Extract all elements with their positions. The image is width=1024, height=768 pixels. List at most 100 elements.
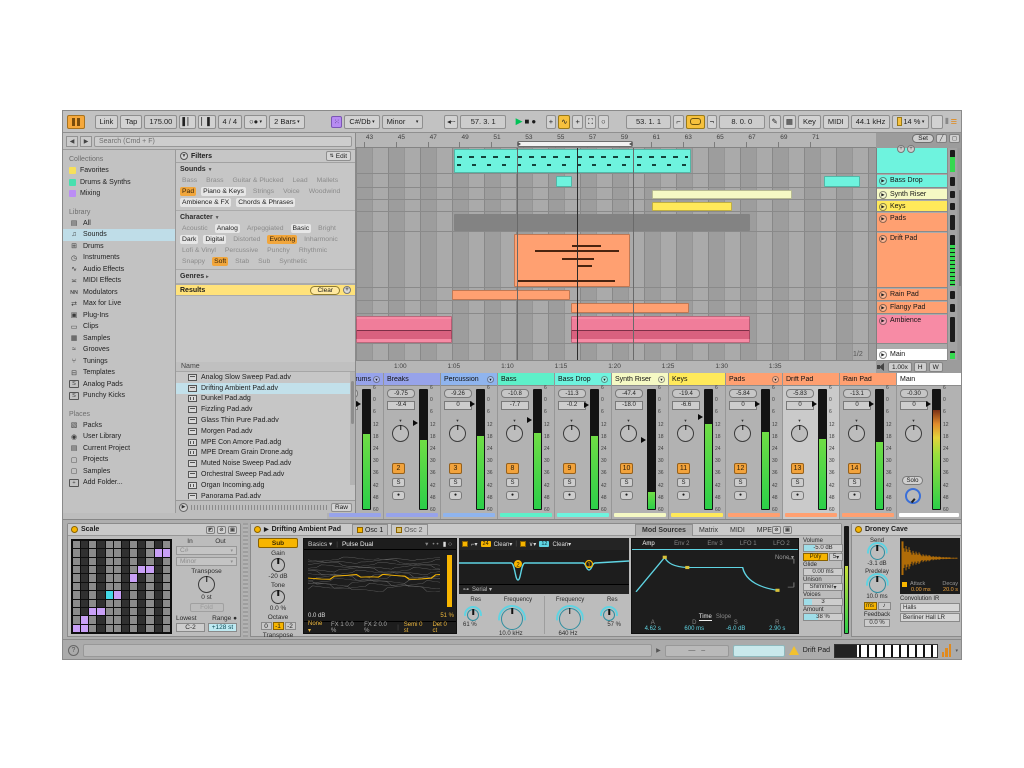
- filter1-freq-knob[interactable]: [501, 608, 523, 630]
- fader-handle[interactable]: [413, 420, 418, 426]
- filter-chip[interactable]: Lofi & Vinyl: [180, 246, 218, 255]
- scale-grid-cell[interactable]: [97, 541, 104, 548]
- scale-grid-cell[interactable]: [130, 616, 137, 623]
- scale-grid-cell[interactable]: [122, 608, 129, 615]
- scale-grid-cell[interactable]: [97, 549, 104, 556]
- scale-grid-cell[interactable]: [73, 625, 80, 632]
- punch-in-button[interactable]: ⌐: [673, 115, 683, 129]
- mod-source-tab[interactable]: LFO 1: [732, 541, 765, 547]
- pan-knob[interactable]: [563, 425, 580, 442]
- track-fold-icon[interactable]: ▶: [879, 235, 887, 243]
- filter-chip[interactable]: Acoustic: [180, 224, 210, 233]
- mixer-channel[interactable]: Breaks-9.75-9.460612182430364248602S●: [384, 373, 441, 519]
- track-header[interactable]: ▶Main: [877, 349, 947, 361]
- scale-grid-cell[interactable]: [97, 574, 104, 581]
- scale-grid-cell[interactable]: [122, 541, 129, 548]
- filter-chip[interactable]: Ambience & FX: [180, 198, 231, 207]
- ir-waveform-display[interactable]: AttackDecay 0.00 ms 20.0 s: [900, 538, 960, 594]
- scale-grid-cell[interactable]: [81, 583, 88, 590]
- filter-chip[interactable]: Digital: [203, 235, 226, 244]
- arm-button[interactable]: ●: [677, 491, 690, 500]
- scale-hotswap-icon[interactable]: ⊘: [217, 526, 226, 534]
- scale-grid-cell[interactable]: [146, 566, 153, 573]
- arrangement-clip[interactable]: [652, 190, 792, 199]
- scale-grid-cell[interactable]: [146, 616, 153, 623]
- volume-field[interactable]: 0: [444, 401, 472, 410]
- wavetable-visualization[interactable]: [308, 552, 440, 600]
- filter-chip[interactable]: Mallets: [315, 176, 341, 185]
- lock-envelopes-icon[interactable]: ◻: [949, 134, 960, 143]
- result-row[interactable]: Panorama Pad.adv: [176, 491, 350, 499]
- track-activator-button[interactable]: 12: [734, 463, 747, 474]
- volume-field[interactable]: 0: [900, 401, 928, 410]
- track-header[interactable]: ▶Keys: [877, 201, 947, 212]
- filter-routing-menu[interactable]: Serial ▾: [472, 586, 492, 593]
- predelay-knob[interactable]: [869, 576, 886, 593]
- punch-out-button[interactable]: ¬: [707, 115, 717, 129]
- scale-grid-cell[interactable]: [106, 608, 113, 615]
- results-scrollbar[interactable]: [350, 372, 355, 485]
- filter-chip[interactable]: Bass: [180, 176, 199, 185]
- mixer-channel[interactable]: Main-0.3006061218243036424860Solo: [897, 373, 962, 519]
- scale-grid-cell[interactable]: [138, 616, 145, 623]
- scale-name-select[interactable]: Minor▾: [176, 557, 237, 566]
- pan-knob[interactable]: [791, 425, 808, 442]
- sidebar-item-library[interactable]: ⑂Tunings: [63, 356, 175, 368]
- scale-grid-cell[interactable]: [106, 549, 113, 556]
- scale-grid-cell[interactable]: [163, 549, 170, 556]
- loop-length-field[interactable]: 8. 0. 0: [719, 115, 765, 129]
- tab-midi[interactable]: MIDI: [724, 524, 751, 536]
- track-unfold-icon[interactable]: ▼: [772, 376, 779, 383]
- solo-button[interactable]: S: [392, 478, 405, 487]
- scale-grid-cell[interactable]: [146, 558, 153, 565]
- amp-envelope-display[interactable]: [634, 551, 798, 595]
- filter-chip[interactable]: Distorted: [231, 235, 262, 244]
- result-row[interactable]: Glass Thin Pure Pad.adv: [176, 415, 350, 426]
- scale-grid-cell[interactable]: [130, 600, 137, 607]
- track-fold-icon[interactable]: ▶: [879, 304, 887, 312]
- scale-grid-cell[interactable]: [81, 591, 88, 598]
- scale-out-label[interactable]: Out: [215, 538, 225, 545]
- scale-grid-cell[interactable]: [97, 558, 104, 565]
- mod-target-menu[interactable]: None ▾: [775, 554, 794, 561]
- scale-grid-cell[interactable]: [89, 574, 96, 581]
- scale-grid-cell[interactable]: [89, 625, 96, 632]
- env-release[interactable]: 2.90 s: [757, 626, 799, 632]
- track-unfold-icon[interactable]: ▼: [658, 376, 665, 383]
- mod-source-tab[interactable]: Amp: [632, 541, 665, 547]
- fader-handle[interactable]: [812, 401, 817, 407]
- scale-grid-cell[interactable]: [97, 566, 104, 573]
- scale-grid-cell[interactable]: [89, 566, 96, 573]
- track-lane[interactable]: [356, 201, 876, 212]
- computer-midi-keyboard-button[interactable]: ▦: [783, 115, 796, 129]
- filter-chip[interactable]: Arpeggiated: [245, 224, 286, 233]
- filter2-slope[interactable]: 12: [539, 541, 549, 547]
- reverb-on-icon[interactable]: [855, 526, 862, 533]
- zoom-height-button[interactable]: H: [914, 362, 927, 372]
- env-decay[interactable]: 600 ms: [674, 626, 716, 632]
- filter-chip[interactable]: Sub: [256, 257, 272, 266]
- voices-field[interactable]: 3: [803, 598, 843, 606]
- track-header[interactable]: ▶Rain Pad: [877, 289, 947, 301]
- filter-chip[interactable]: Guitar & Plucked: [231, 176, 286, 185]
- peak-level-field[interactable]: -19.4: [672, 389, 700, 398]
- scale-grid-cell[interactable]: [114, 558, 121, 565]
- mixer-channel[interactable]: Bass-10.8-7.760612182430364248608S●: [498, 373, 555, 519]
- info-icon[interactable]: ?: [68, 645, 79, 656]
- sub-osc-button[interactable]: Sub: [258, 538, 298, 548]
- track-fold-icon[interactable]: ▶: [879, 215, 887, 223]
- unison-amount-field[interactable]: 38 %: [803, 613, 843, 621]
- scale-grid-cell[interactable]: [163, 574, 170, 581]
- scale-grid-cell[interactable]: [122, 583, 129, 590]
- scale-name-menu[interactable]: Minor▾: [382, 115, 424, 129]
- pan-knob[interactable]: [734, 425, 751, 442]
- sidebar-item-place[interactable]: ▢Projects: [63, 454, 175, 466]
- track-activator-button[interactable]: 8: [506, 463, 519, 474]
- scale-grid-cell[interactable]: [163, 541, 170, 548]
- scale-grid-cell[interactable]: [97, 600, 104, 607]
- volume-field[interactable]: -0.2: [558, 401, 586, 410]
- osc-fx1[interactable]: FX 1 0.0 %: [331, 622, 359, 634]
- result-row[interactable]: Orchestral Sweep Pad.adv: [176, 469, 350, 480]
- volume-field[interactable]: -18.0: [615, 401, 643, 410]
- sub-gain-knob[interactable]: [271, 558, 285, 572]
